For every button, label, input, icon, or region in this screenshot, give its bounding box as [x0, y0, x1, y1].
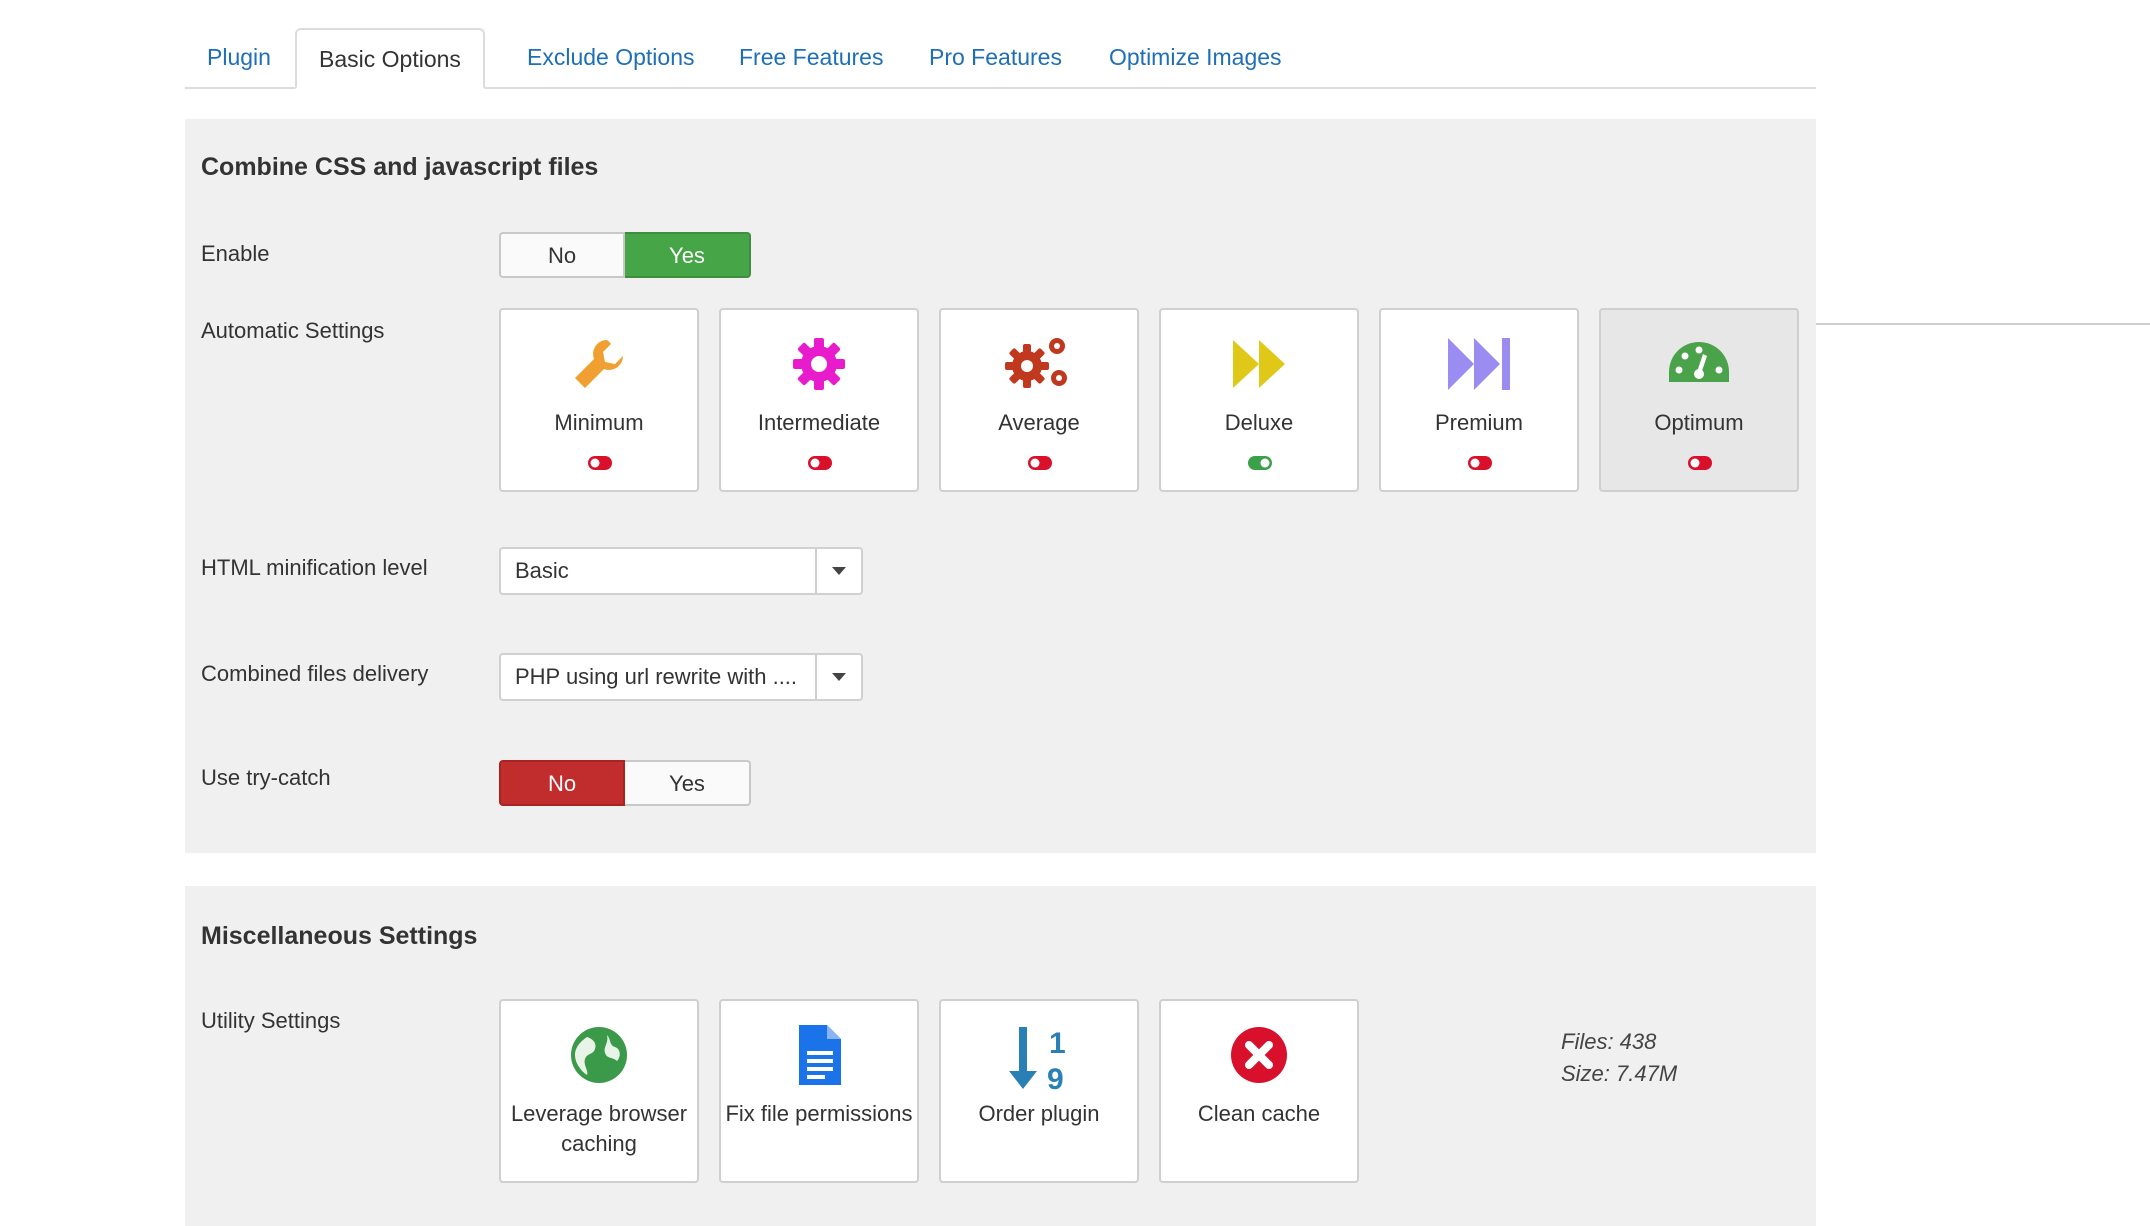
try-catch-yes-button[interactable]: Yes [625, 760, 751, 806]
cache-size: Size: 7.47M [1561, 1061, 1678, 1086]
combined-delivery-label: Combined files delivery [201, 661, 429, 686]
tab-plugin[interactable]: Plugin [185, 28, 293, 89]
combine-title: Combine CSS and javascript files [201, 153, 599, 181]
file-icon [721, 1023, 917, 1087]
sort-numeric-icon: 19 [941, 1023, 1137, 1093]
close-circle-icon [1161, 1023, 1357, 1087]
divider-line [1816, 323, 2150, 325]
toggle-off-icon [588, 456, 612, 470]
try-catch-no-button[interactable]: No [499, 760, 625, 806]
wrench-icon [501, 332, 697, 396]
caret-down-icon [815, 549, 861, 593]
globe-icon [501, 1023, 697, 1087]
fast-forward-icon [1161, 332, 1357, 396]
preset-name: Deluxe [1224, 410, 1294, 435]
toggle-on-icon [1248, 456, 1272, 470]
preset-intermediate-card[interactable]: Intermediate [719, 308, 919, 492]
tab-pro-features[interactable]: Pro Features [907, 28, 1084, 89]
svg-text:9: 9 [1047, 1063, 1064, 1093]
files-count: Files: 438 [1561, 1029, 1657, 1054]
preset-name: Intermediate [757, 410, 881, 435]
enable-no-button[interactable]: No [499, 232, 625, 278]
cache-stats: Files: 438 Size: 7.47M [1561, 1026, 1677, 1090]
tab-exclude-options[interactable]: Exclude Options [505, 28, 716, 89]
preset-name: Average [998, 410, 1080, 435]
preset-minimum-card[interactable]: Minimum [499, 308, 699, 492]
tab-optimize-images[interactable]: Optimize Images [1087, 28, 1304, 89]
toggle-off-icon [808, 456, 832, 470]
select-value: PHP using url rewrite with .... [515, 664, 798, 689]
combine-panel: Combine CSS and javascript files Enable … [185, 119, 1816, 853]
preset-name: Optimum [1654, 410, 1744, 435]
preset-optimum-card[interactable]: Optimum [1599, 308, 1799, 492]
automatic-settings-label: Automatic Settings [201, 318, 385, 343]
fix-file-permissions-button[interactable]: Fix file permissions [719, 999, 919, 1183]
tab-free-features[interactable]: Free Features [717, 28, 905, 89]
select-value: Basic [515, 558, 569, 583]
button-label: Order plugin [978, 1101, 1100, 1126]
preset-name: Minimum [554, 410, 644, 435]
dashboard-icon [1601, 332, 1797, 396]
preset-average-card[interactable]: Average [939, 308, 1139, 492]
gear-icon [721, 332, 917, 396]
tab-bar: Plugin Basic Options Exclude Options Fre… [185, 28, 1816, 89]
enable-toggle: No Yes [499, 232, 751, 278]
misc-title: Miscellaneous Settings [201, 922, 478, 950]
combined-delivery-select[interactable]: PHP using url rewrite with .... [499, 653, 863, 701]
toggle-off-icon [1028, 456, 1052, 470]
preset-premium-card[interactable]: Premium [1379, 308, 1579, 492]
preset-name: Premium [1434, 410, 1523, 435]
html-minification-select[interactable]: Basic [499, 547, 863, 595]
tab-basic-options[interactable]: Basic Options [295, 28, 485, 89]
misc-panel: Miscellaneous Settings Utility Settings … [185, 886, 1816, 1226]
utility-settings-label: Utility Settings [201, 1008, 341, 1033]
toggle-off-icon [1688, 456, 1712, 470]
leverage-browser-caching-button[interactable]: Leverage browser caching [499, 999, 699, 1183]
button-label: Clean cache [1197, 1101, 1321, 1126]
caret-down-icon [815, 655, 861, 699]
enable-yes-button[interactable]: Yes [625, 232, 751, 278]
button-label: Leverage browser caching [510, 1101, 688, 1156]
skip-forward-icon [1381, 332, 1577, 396]
gears-icon [941, 332, 1137, 396]
try-catch-toggle: No Yes [499, 760, 751, 806]
clean-cache-button[interactable]: Clean cache [1159, 999, 1359, 1183]
toggle-off-icon [1468, 456, 1492, 470]
button-label: Fix file permissions [725, 1101, 913, 1126]
preset-deluxe-card[interactable]: Deluxe [1159, 308, 1359, 492]
html-minification-label: HTML minification level [201, 555, 428, 580]
enable-label: Enable [201, 241, 270, 266]
svg-text:1: 1 [1049, 1027, 1066, 1060]
try-catch-label: Use try-catch [201, 765, 331, 790]
order-plugin-button[interactable]: 19 Order plugin [939, 999, 1139, 1183]
